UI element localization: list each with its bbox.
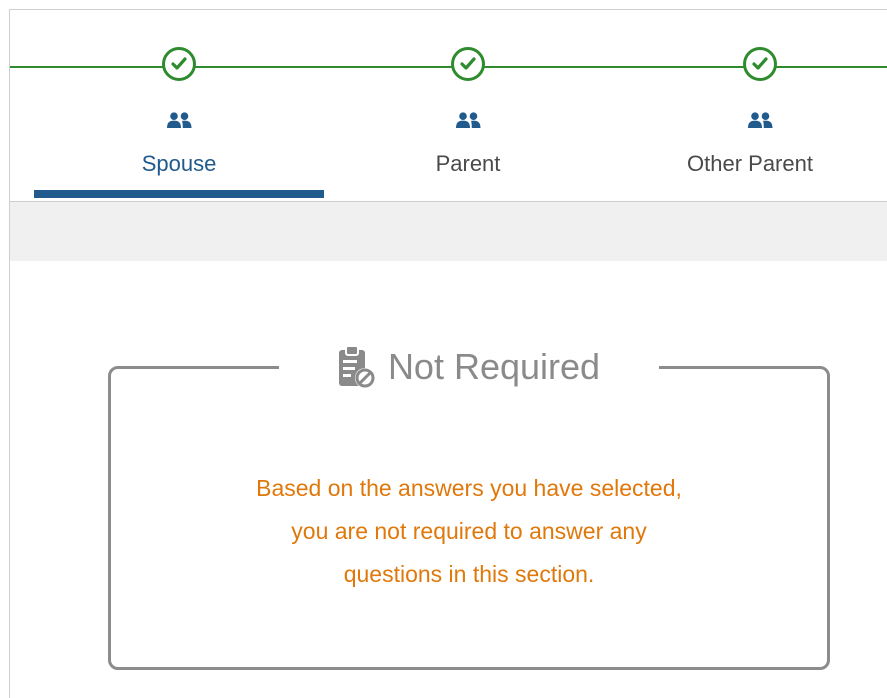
check-circle-icon bbox=[451, 47, 485, 81]
step-other-parent[interactable]: Other Parent bbox=[612, 10, 887, 202]
step-label: Other Parent bbox=[687, 151, 813, 176]
check-circle-icon bbox=[743, 47, 777, 81]
section-header-band bbox=[10, 202, 887, 261]
step-label: Spouse bbox=[141, 151, 217, 176]
people-icon bbox=[748, 112, 773, 128]
section-stepper: Spouse Parent Other Parent bbox=[10, 10, 887, 202]
message-line: you are not required to answer any bbox=[291, 518, 647, 544]
people-icon bbox=[456, 112, 481, 128]
not-required-panel: Not Required Based on the answers you ha… bbox=[108, 337, 830, 670]
panel-title: Not Required bbox=[387, 346, 601, 387]
panel-legend: Not Required bbox=[279, 337, 659, 397]
step-spouse[interactable]: Spouse bbox=[34, 10, 324, 202]
message-line: questions in this section. bbox=[343, 561, 595, 587]
message-line: Based on the answers you have selected, bbox=[256, 475, 682, 501]
people-icon bbox=[167, 112, 192, 128]
step-parent[interactable]: Parent bbox=[324, 10, 612, 202]
step-label: Parent bbox=[435, 151, 501, 176]
check-circle-icon bbox=[162, 47, 196, 81]
section-frame: Spouse Parent Other Parent Not Required … bbox=[9, 9, 887, 698]
not-required-message: Based on the answers you have selected, … bbox=[131, 467, 807, 596]
document-blocked-icon bbox=[338, 345, 375, 388]
active-step-indicator bbox=[34, 190, 324, 198]
